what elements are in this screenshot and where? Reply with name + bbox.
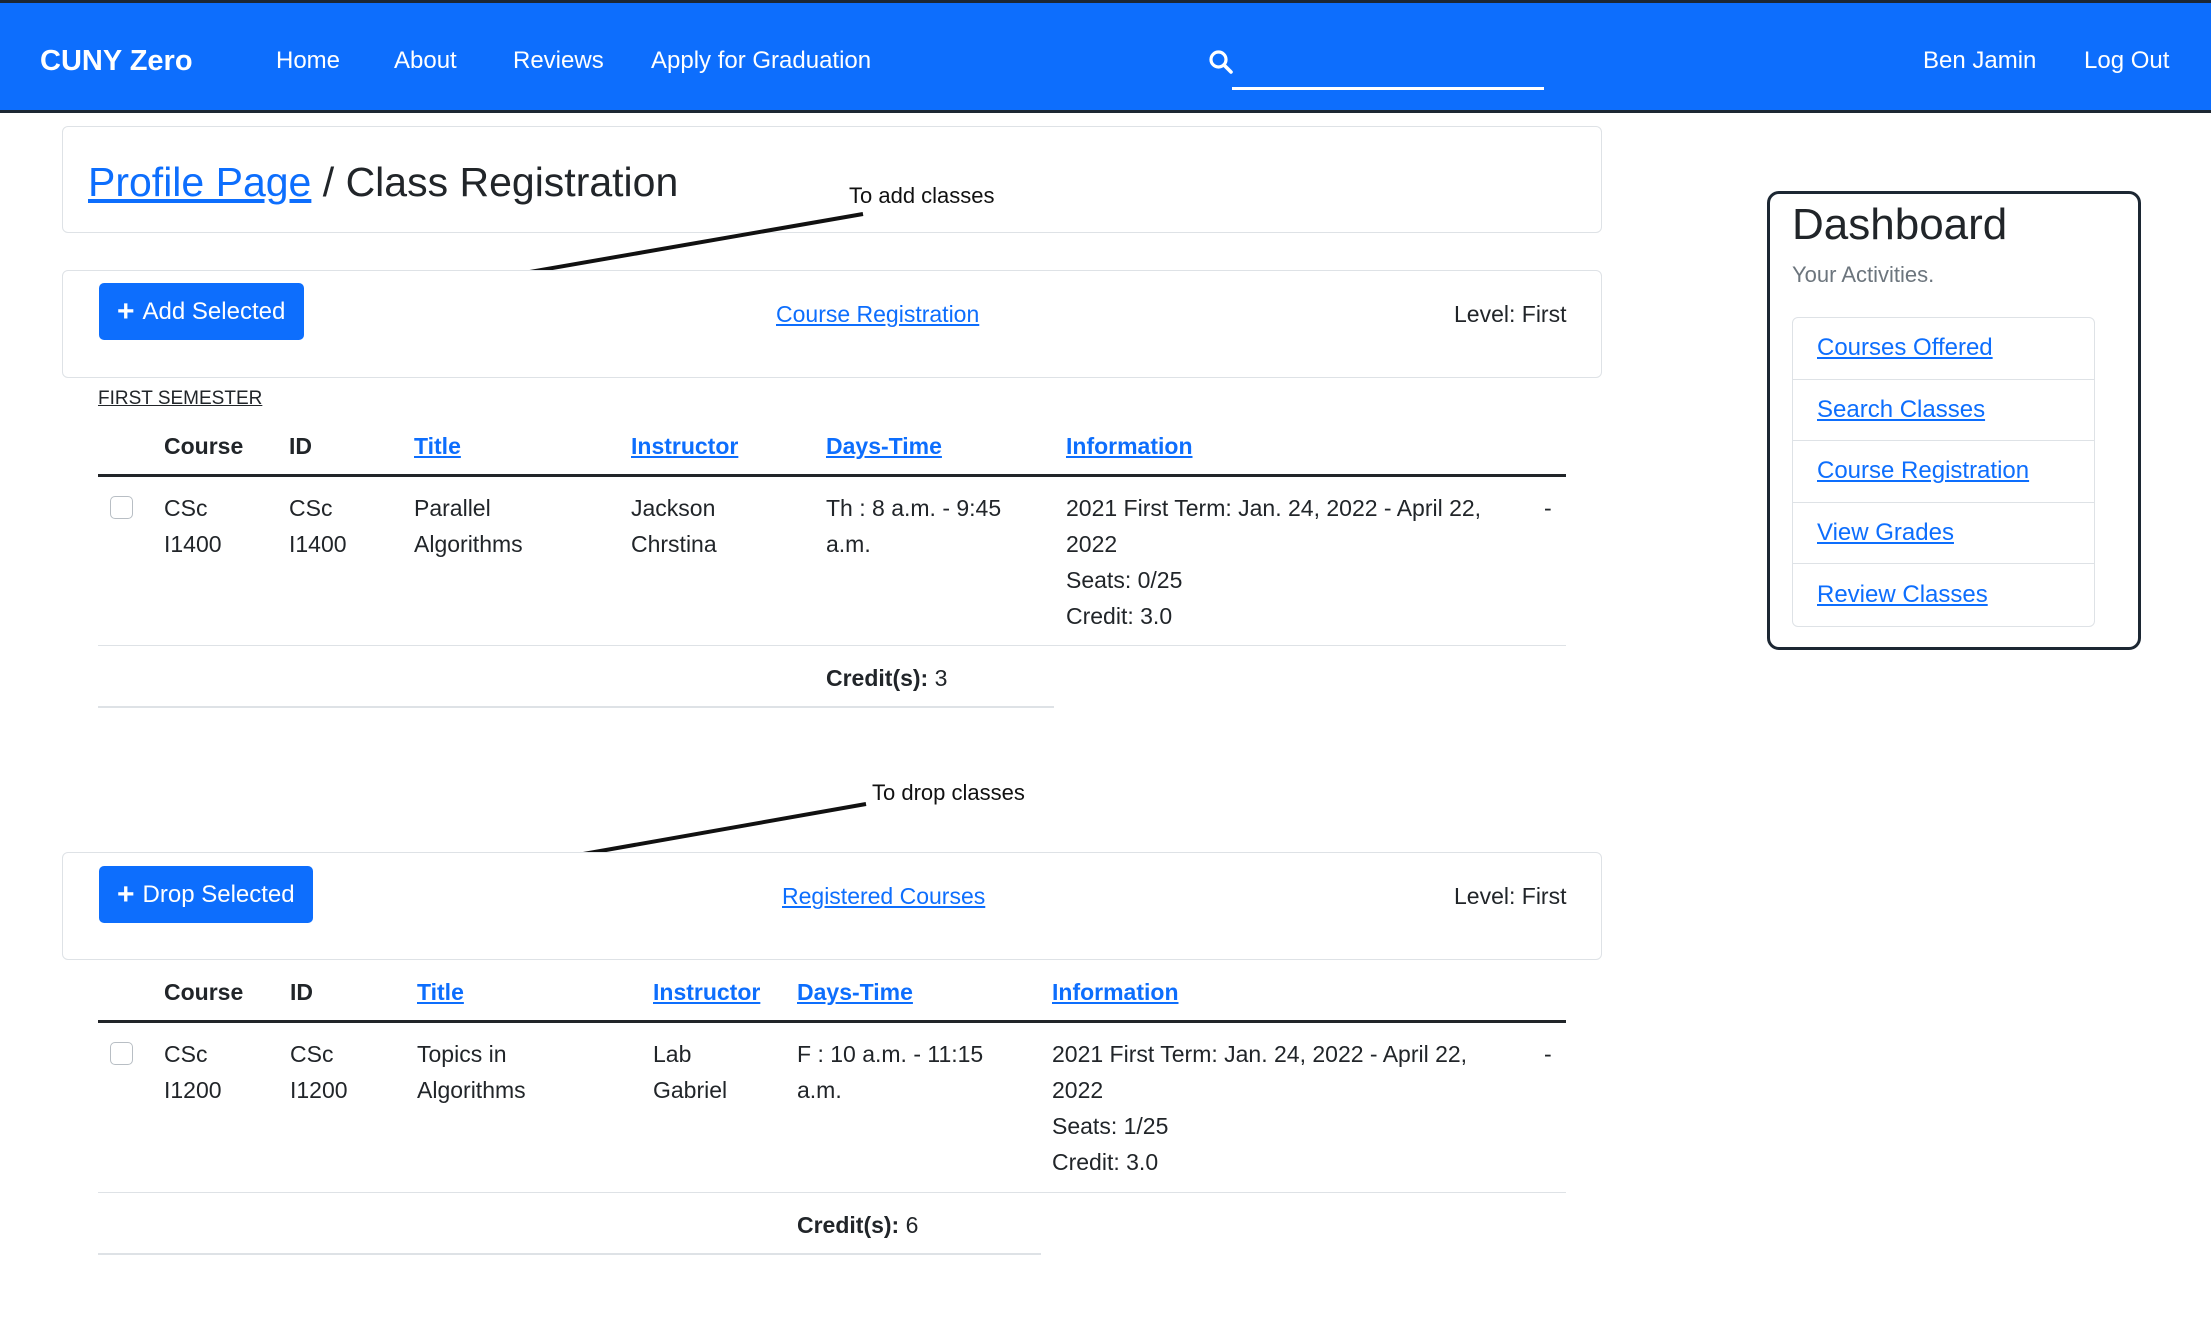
- dashboard-panel: Dashboard Your Activities. Courses Offer…: [1767, 191, 2141, 650]
- cell-title: Topics in Algorithms: [417, 1041, 526, 1103]
- dashboard-activity-list: Courses Offered Search Classes Course Re…: [1792, 317, 2095, 627]
- col-header-course: Course: [164, 433, 244, 459]
- drop-selected-button[interactable]: + Drop Selected: [99, 866, 313, 923]
- col-header-course: Course: [164, 979, 244, 1005]
- level-label: Level: First: [1454, 301, 1567, 327]
- col-header-title[interactable]: Title: [414, 433, 461, 460]
- add-toolbar-card: + Add Selected Course Registration Level…: [62, 270, 1602, 378]
- list-item: View Grades: [1793, 503, 2094, 565]
- dashboard-link-course-registration[interactable]: Course Registration: [1817, 457, 2029, 485]
- cell-course: CSc I1400: [164, 495, 222, 557]
- dashboard-subtitle: Your Activities.: [1792, 262, 1935, 287]
- col-header-information[interactable]: Information: [1066, 433, 1193, 460]
- dashboard-link-view-grades[interactable]: View Grades: [1817, 519, 1954, 547]
- table-header-rule: [98, 474, 1566, 477]
- col-header-instructor[interactable]: Instructor: [653, 979, 760, 1006]
- dashboard-link-search-classes[interactable]: Search Classes: [1817, 396, 1985, 424]
- col-header-id: ID: [290, 979, 313, 1005]
- cell-instructor: Lab Gabriel: [653, 1041, 728, 1103]
- cell-days-time: F : 10 a.m. - 11:15 a.m.: [797, 1041, 984, 1103]
- credits-divider: [98, 706, 1054, 708]
- cell-course: CSc I1200: [164, 1041, 222, 1103]
- dashboard-link-review-classes[interactable]: Review Classes: [1817, 581, 1988, 609]
- course-registration-link[interactable]: Course Registration: [776, 301, 979, 328]
- credits-divider: [98, 1253, 1041, 1255]
- list-item: Courses Offered: [1793, 318, 2094, 380]
- cell-days-time: Th : 8 a.m. - 9:45 a.m.: [826, 495, 1002, 557]
- list-item: Review Classes: [1793, 564, 2094, 626]
- add-selected-label: Add Selected: [142, 297, 286, 325]
- row-divider: [98, 1192, 1566, 1193]
- dashboard-link-courses-offered[interactable]: Courses Offered: [1817, 334, 1993, 362]
- row-select-checkbox[interactable]: [110, 496, 133, 519]
- plus-icon: +: [117, 294, 135, 328]
- row-divider: [98, 645, 1566, 646]
- col-header-information[interactable]: Information: [1052, 979, 1179, 1006]
- row-select-checkbox[interactable]: [110, 1042, 133, 1065]
- drop-selected-label: Drop Selected: [142, 880, 295, 908]
- credits-total: Credit(s): 3: [826, 665, 948, 691]
- drop-toolbar-card: + Drop Selected Registered Courses Level…: [62, 852, 1602, 960]
- list-item: Search Classes: [1793, 380, 2094, 442]
- level-label: Level: First: [1454, 883, 1567, 909]
- plus-icon: +: [117, 877, 135, 911]
- col-header-days-time[interactable]: Days-Time: [826, 433, 942, 460]
- add-selected-button[interactable]: + Add Selected: [99, 283, 304, 340]
- cell-instructor: Jackson Chrstina: [631, 495, 717, 557]
- cell-id: CSc I1400: [289, 495, 347, 557]
- cell-information: 2021 First Term: Jan. 24, 2022 - April 2…: [1052, 1041, 1468, 1175]
- cell-extra: -: [1544, 495, 1552, 521]
- semester-label: FIRST SEMESTER: [98, 388, 263, 409]
- cell-title: Parallel Algorithms: [414, 495, 523, 557]
- registered-courses-link[interactable]: Registered Courses: [782, 883, 985, 910]
- list-item: Course Registration: [1793, 441, 2094, 503]
- col-header-instructor[interactable]: Instructor: [631, 433, 738, 460]
- dashboard-title: Dashboard: [1792, 200, 2008, 249]
- cell-information: 2021 First Term: Jan. 24, 2022 - April 2…: [1066, 495, 1482, 629]
- col-header-title[interactable]: Title: [417, 979, 464, 1006]
- credits-total: Credit(s): 6: [797, 1212, 919, 1238]
- cell-extra: -: [1544, 1041, 1552, 1067]
- table-header-rule: [98, 1020, 1566, 1023]
- cell-id: CSc I1200: [290, 1041, 348, 1103]
- col-header-id: ID: [289, 433, 312, 459]
- col-header-days-time[interactable]: Days-Time: [797, 979, 913, 1006]
